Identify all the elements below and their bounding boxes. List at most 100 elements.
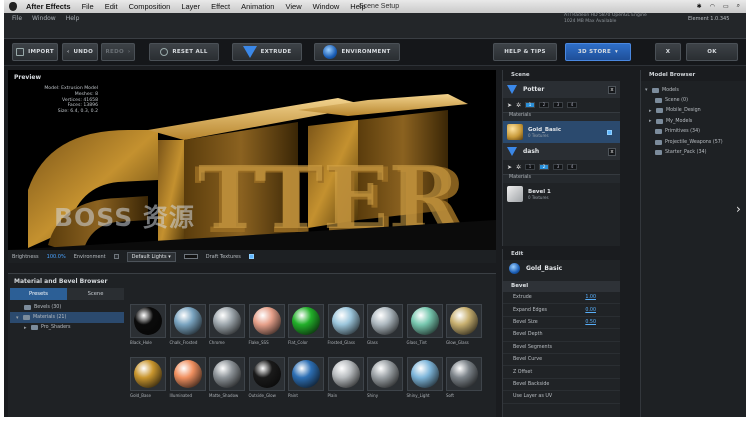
apple-icon[interactable] (9, 2, 17, 11)
tab-scene[interactable]: Scene (67, 288, 124, 300)
material-preset-item[interactable]: Shiny_Light (406, 357, 443, 403)
material-preset-item[interactable]: Glow_Glass (446, 304, 482, 350)
menu-effect[interactable]: Effect (211, 2, 230, 11)
environment-checkbox[interactable] (113, 254, 119, 259)
prop-bevel-segments[interactable]: Bevel Segments (503, 342, 620, 354)
expand-arrow-icon[interactable]: ▸ (649, 108, 653, 114)
object-delete-button[interactable]: x (608, 147, 616, 156)
tree-starter-pack[interactable]: Starter_Pack (34) (645, 147, 746, 157)
group-3[interactable]: 3 (553, 164, 564, 170)
redo-button[interactable]: REDO › (101, 43, 135, 61)
app-menu[interactable]: After Effects (26, 2, 71, 11)
bluetooth-icon[interactable]: ✱ (697, 3, 702, 10)
prop-value[interactable]: 0.50 (585, 320, 596, 325)
brightness-value[interactable]: 100.0% (47, 254, 66, 260)
prop-extrude[interactable]: Extrude 1.00 (503, 292, 620, 305)
battery-icon[interactable]: ▭ (723, 3, 729, 10)
prop-bevel-size[interactable]: Bevel Size 0.50 (503, 317, 620, 330)
prop-value[interactable]: 0.00 (585, 308, 596, 313)
move-tool-icon[interactable]: ➤ (507, 102, 512, 109)
scene-object-dash[interactable]: dash x (503, 143, 620, 160)
prop-use-layer-uv[interactable]: Use Layer as UV (503, 391, 620, 404)
menu-file[interactable]: File (82, 2, 94, 11)
cancel-button[interactable]: X (655, 43, 681, 61)
prop-z-offset[interactable]: Z Offset (503, 366, 620, 379)
tree-bevels[interactable]: Bevels (30) (10, 302, 124, 312)
group-1[interactable]: 1 (525, 164, 536, 170)
draft-textures-checkbox[interactable] (248, 254, 254, 259)
move-tool-icon[interactable]: ➤ (507, 164, 512, 171)
prop-bevel-depth[interactable]: Bevel Depth (503, 329, 620, 342)
material-preset-item[interactable]: Matte_Shadow (209, 357, 245, 403)
help-tips-button[interactable]: HELP & TIPS (493, 43, 557, 61)
group-1[interactable]: 1 (525, 102, 536, 108)
environment-button[interactable]: ENVIRONMENT (314, 43, 400, 61)
preview-viewport[interactable]: TTER TTER Preview Model: Extrusion Model… (8, 70, 496, 260)
chevron-right-icon[interactable]: › (736, 202, 741, 216)
tree-my-models[interactable]: ▸ My_Models (645, 116, 746, 126)
prop-expand-edges[interactable]: Expand Edges 0.00 (503, 304, 620, 317)
material-preset-item[interactable]: Flat_Color (288, 304, 324, 350)
material-row-bevel[interactable]: Bevel 1 0 Textures (503, 183, 620, 205)
tree-scene[interactable]: Scene (0) (645, 95, 746, 105)
plugin-menu-window[interactable]: Window (32, 15, 56, 22)
menu-composition[interactable]: Composition (129, 2, 171, 11)
object-delete-button[interactable]: x (608, 85, 616, 94)
material-row-gold-basic[interactable]: Gold_Basic 0 Textures (503, 121, 620, 143)
group-4[interactable]: 4 (567, 102, 578, 108)
material-preset-item[interactable]: Outside_Glow (248, 357, 285, 403)
material-preset-item[interactable]: Chalk_Frosted (169, 304, 206, 350)
tree-mobile-design[interactable]: ▸ Mobile_Design (645, 106, 746, 116)
material-preset-item[interactable]: Glass_Tint (406, 304, 443, 350)
material-preset-item[interactable]: Frosted_Glass (327, 304, 364, 350)
tab-presets[interactable]: Presets (10, 288, 67, 300)
group-4[interactable]: 4 (567, 164, 578, 170)
menu-edit[interactable]: Edit (105, 2, 118, 11)
plugin-menu-help[interactable]: Help (66, 15, 80, 22)
lights-dropdown[interactable]: Default Lights ▾ (126, 251, 176, 262)
group-2[interactable]: 2 (539, 102, 550, 108)
wifi-icon[interactable]: ◠ (710, 3, 715, 10)
material-preset-item[interactable]: Plain (327, 357, 364, 403)
3d-store-button[interactable]: 3D STORE ▾ (565, 43, 631, 61)
material-preset-item[interactable]: Shiny (367, 357, 403, 403)
import-button[interactable]: IMPORT (12, 43, 58, 61)
rotate-tool-icon[interactable]: ✲ (516, 164, 521, 171)
tree-models[interactable]: ▾ Models (645, 85, 746, 95)
plugin-menu-file[interactable]: File (12, 15, 22, 22)
material-preset-item[interactable]: Paint (288, 357, 324, 403)
group-3[interactable]: 3 (553, 102, 564, 108)
scene-object-potter[interactable]: Potter x (503, 81, 620, 98)
tree-materials[interactable]: ▾ Materials (21) (10, 312, 124, 323)
ok-button[interactable]: OK (686, 43, 738, 61)
materials-header[interactable]: Materials (503, 174, 620, 183)
tree-projectile-weapons[interactable]: Projectile_Weapons (57) (645, 137, 746, 147)
material-preset-item[interactable]: Chrome (209, 304, 245, 350)
prop-bevel-curve[interactable]: Bevel Curve (503, 354, 620, 367)
bevel-section-title[interactable]: Bevel (503, 281, 620, 292)
undo-button[interactable]: ‹ UNDO (62, 43, 98, 61)
material-preset-item[interactable]: Flake_SSS (248, 304, 285, 350)
expand-arrow-icon[interactable]: ▸ (649, 118, 653, 124)
material-checkbox[interactable] (607, 129, 612, 135)
rotate-tool-icon[interactable]: ✲ (516, 102, 521, 109)
materials-header[interactable]: Materials (503, 112, 620, 121)
search-icon[interactable]: ⌕ (737, 3, 740, 10)
material-preset-item[interactable]: Gold_Base (130, 357, 166, 403)
tree-primitives[interactable]: Primitives (34) (645, 127, 746, 137)
expand-arrow-icon[interactable]: ▾ (16, 315, 20, 321)
menu-animation[interactable]: Animation (241, 2, 274, 11)
reset-all-button[interactable]: RESET ALL (149, 43, 219, 61)
material-preset-item[interactable]: Soft (446, 357, 482, 403)
extrude-button[interactable]: EXTRUDE (232, 43, 302, 61)
lights-color-swatch[interactable] (183, 254, 198, 259)
group-2[interactable]: 2 (539, 164, 550, 170)
expand-arrow-icon[interactable]: ▾ (645, 87, 649, 93)
menu-view[interactable]: View (285, 2, 301, 11)
prop-value[interactable]: 1.00 (585, 295, 596, 300)
prop-bevel-backside[interactable]: Bevel Backside (503, 379, 620, 392)
menu-layer[interactable]: Layer (181, 2, 200, 11)
material-preset-item[interactable]: Black_Hole (130, 304, 166, 350)
material-preset-item[interactable]: Illuminated (169, 357, 206, 403)
menu-window[interactable]: Window (313, 2, 340, 11)
